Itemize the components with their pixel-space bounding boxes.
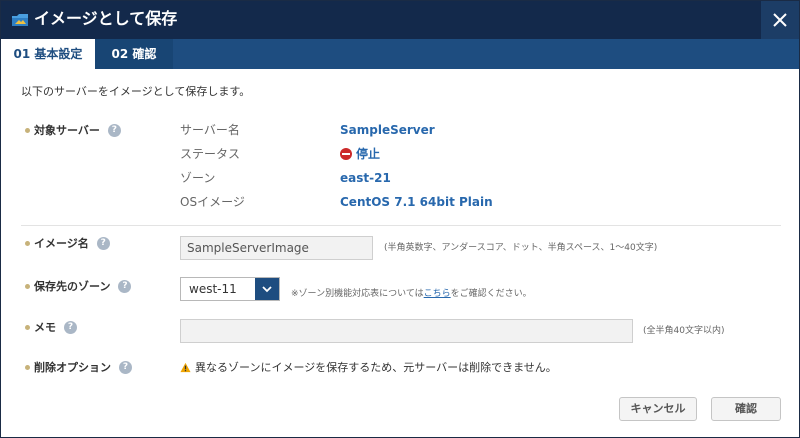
divider xyxy=(21,225,781,226)
tab-basic-settings[interactable]: 01 基本設定 xyxy=(1,39,95,69)
dialog-title: イメージとして保存 xyxy=(34,9,178,28)
stop-icon xyxy=(340,147,352,160)
zone-value: east-21 xyxy=(340,171,391,185)
warning-icon xyxy=(180,362,191,372)
help-icon[interactable]: ? xyxy=(119,360,132,374)
zone-note: ※ゾーン別機能対応表についてはこちらをご確認ください。 xyxy=(291,289,532,299)
image-name-input[interactable] xyxy=(180,236,373,260)
save-as-image-dialog: イメージとして保存 01 基本設定 02 確認 以下のサーバーをイメージとして保… xyxy=(0,0,800,438)
dest-zone-label: 保存先のゾーン? xyxy=(25,279,132,294)
delete-warning: 異なるゾーンにイメージを保存するため、元サーバーは削除できません。 xyxy=(180,361,557,375)
bullet-icon xyxy=(25,240,30,246)
bullet-icon xyxy=(25,127,30,133)
help-icon[interactable]: ? xyxy=(64,320,77,334)
dest-zone-select[interactable]: west-11 xyxy=(180,277,280,301)
image-name-hint: (半角英数字、アンダースコア、ドット、半角スペース、1～40文字) xyxy=(384,243,658,253)
cancel-button[interactable]: キャンセル xyxy=(619,397,697,421)
target-server-label: 対象サーバー? xyxy=(25,123,121,138)
status-key: ステータス xyxy=(180,147,241,161)
dest-zone-selected: west-11 xyxy=(189,282,237,296)
tab-confirm[interactable]: 02 確認 xyxy=(95,39,173,69)
close-icon xyxy=(773,13,787,27)
help-icon[interactable]: ? xyxy=(107,123,121,137)
confirm-button[interactable]: 確認 xyxy=(711,397,781,421)
bullet-icon xyxy=(25,283,30,289)
bullet-icon xyxy=(25,324,30,330)
step-tabs: 01 基本設定 02 確認 xyxy=(1,39,799,69)
server-name-value: SampleServer xyxy=(340,123,435,137)
help-icon[interactable]: ? xyxy=(96,236,110,250)
delete-option-label: 削除オプション? xyxy=(25,360,132,375)
image-name-label: イメージ名? xyxy=(25,236,110,251)
status-value: 停止 xyxy=(340,146,380,162)
chevron-down-icon xyxy=(262,286,272,293)
memo-label: メモ? xyxy=(25,320,77,335)
os-image-key: OSイメージ xyxy=(180,195,245,209)
intro-text: 以下のサーバーをイメージとして保存します。 xyxy=(21,85,251,98)
dialog-titlebar: イメージとして保存 xyxy=(1,1,799,39)
dropdown-button[interactable] xyxy=(255,278,279,300)
zone-table-link[interactable]: こちら xyxy=(424,289,451,299)
bullet-icon xyxy=(25,364,30,370)
close-button[interactable] xyxy=(761,1,799,39)
zone-key: ゾーン xyxy=(180,171,216,185)
help-icon[interactable]: ? xyxy=(118,279,132,293)
server-name-key: サーバー名 xyxy=(180,123,240,137)
image-folder-icon xyxy=(12,14,28,26)
memo-input[interactable] xyxy=(180,319,633,343)
memo-hint: (全半角40文字以内) xyxy=(643,326,725,336)
os-image-value: CentOS 7.1 64bit Plain xyxy=(340,195,493,209)
